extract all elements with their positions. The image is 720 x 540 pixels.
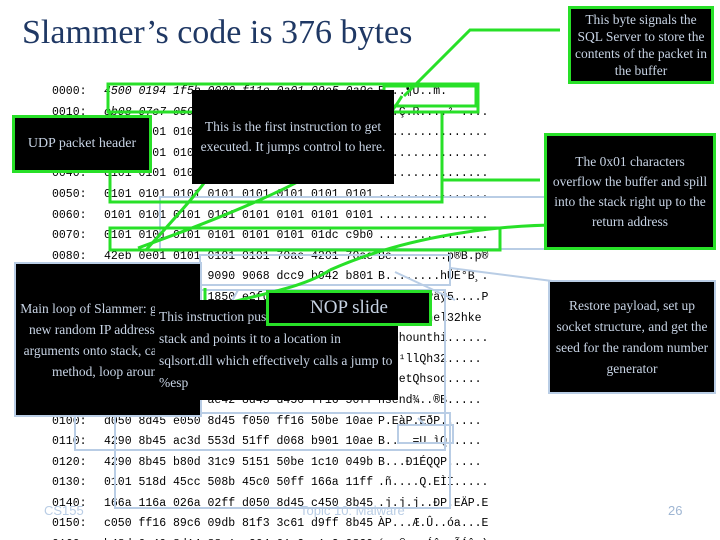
slide-canvas: Slammer’s code is 376 bytes 0000: 4500 01… bbox=[0, 0, 720, 540]
callout-restore-payload-text: Restore payload, set up socket structure… bbox=[555, 298, 709, 376]
callout-sql-store-text: This byte signals the SQL Server to stor… bbox=[575, 12, 707, 78]
callout-first-instruction-text: This is the first instruction to get exe… bbox=[200, 119, 386, 154]
callout-first-instruction: This is the first instruction to get exe… bbox=[192, 90, 394, 184]
callout-overflow-text: The 0x01 characters overflow the buffer … bbox=[552, 153, 708, 229]
callout-udp-header: UDP packet header bbox=[12, 115, 152, 173]
leader-nop2 bbox=[329, 223, 561, 272]
callout-nop-slide: NOP slide bbox=[266, 290, 432, 326]
callout-sql-store: This byte signals the SQL Server to stor… bbox=[568, 6, 714, 84]
callout-nop-slide-text: NOP slide bbox=[310, 297, 388, 318]
callout-udp-header-text: UDP packet header bbox=[27, 136, 137, 151]
green-box-nop bbox=[108, 226, 502, 252]
callout-overflow: The 0x01 characters overflow the buffer … bbox=[544, 133, 716, 250]
callout-restore-payload: Restore payload, set up socket structure… bbox=[548, 280, 716, 394]
